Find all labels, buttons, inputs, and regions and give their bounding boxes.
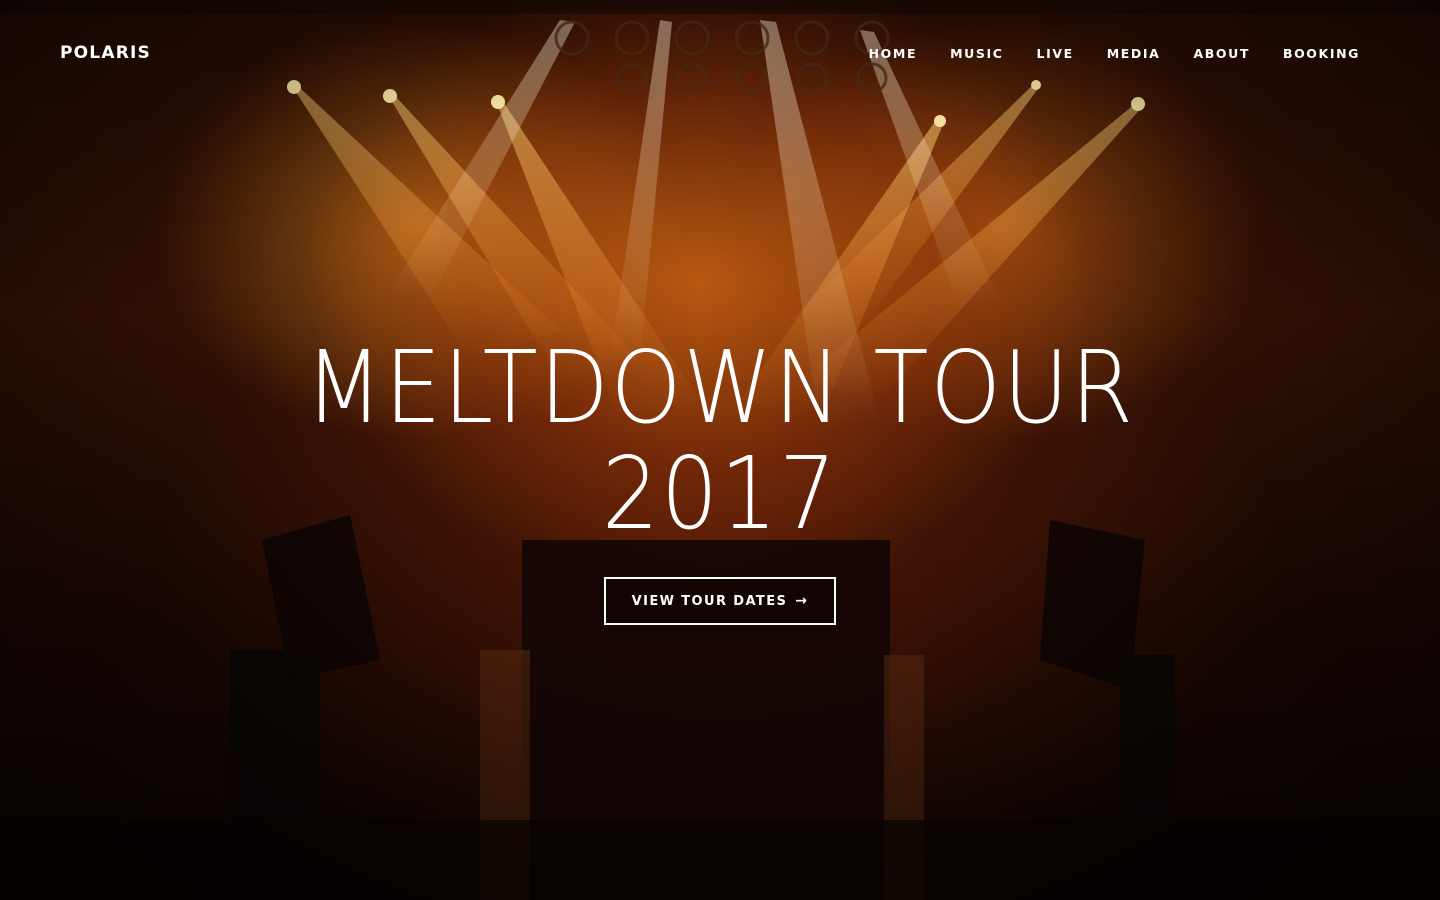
site-header: POLARIS HOME MUSIC LIVE MEDIA ABOUT BOOK… [0,0,1440,108]
hero-title-line-1: MELTDOWN TOUR [305,329,1135,446]
view-tour-dates-button[interactable]: VIEW TOUR DATES → [603,577,837,625]
arrow-right-icon: → [795,593,809,609]
hero-title: MELTDOWN TOUR 2017 [72,335,1368,547]
main-nav: HOME MUSIC LIVE MEDIA ABOUT BOOKING [869,46,1360,61]
nav-link-booking[interactable]: BOOKING [1283,46,1360,61]
hero-section: MELTDOWN TOUR 2017 VIEW TOUR DATES → [0,335,1440,625]
nav-link-media[interactable]: MEDIA [1107,46,1161,61]
nav-link-live[interactable]: LIVE [1037,46,1074,61]
hero-title-line-2: 2017 [601,435,839,552]
nav-link-home[interactable]: HOME [869,46,917,61]
nav-link-music[interactable]: MUSIC [950,46,1003,61]
nav-link-about[interactable]: ABOUT [1193,46,1250,61]
page: POLARIS HOME MUSIC LIVE MEDIA ABOUT BOOK… [0,0,1440,900]
cta-label: VIEW TOUR DATES [631,593,788,609]
brand-logo[interactable]: POLARIS [60,43,151,63]
